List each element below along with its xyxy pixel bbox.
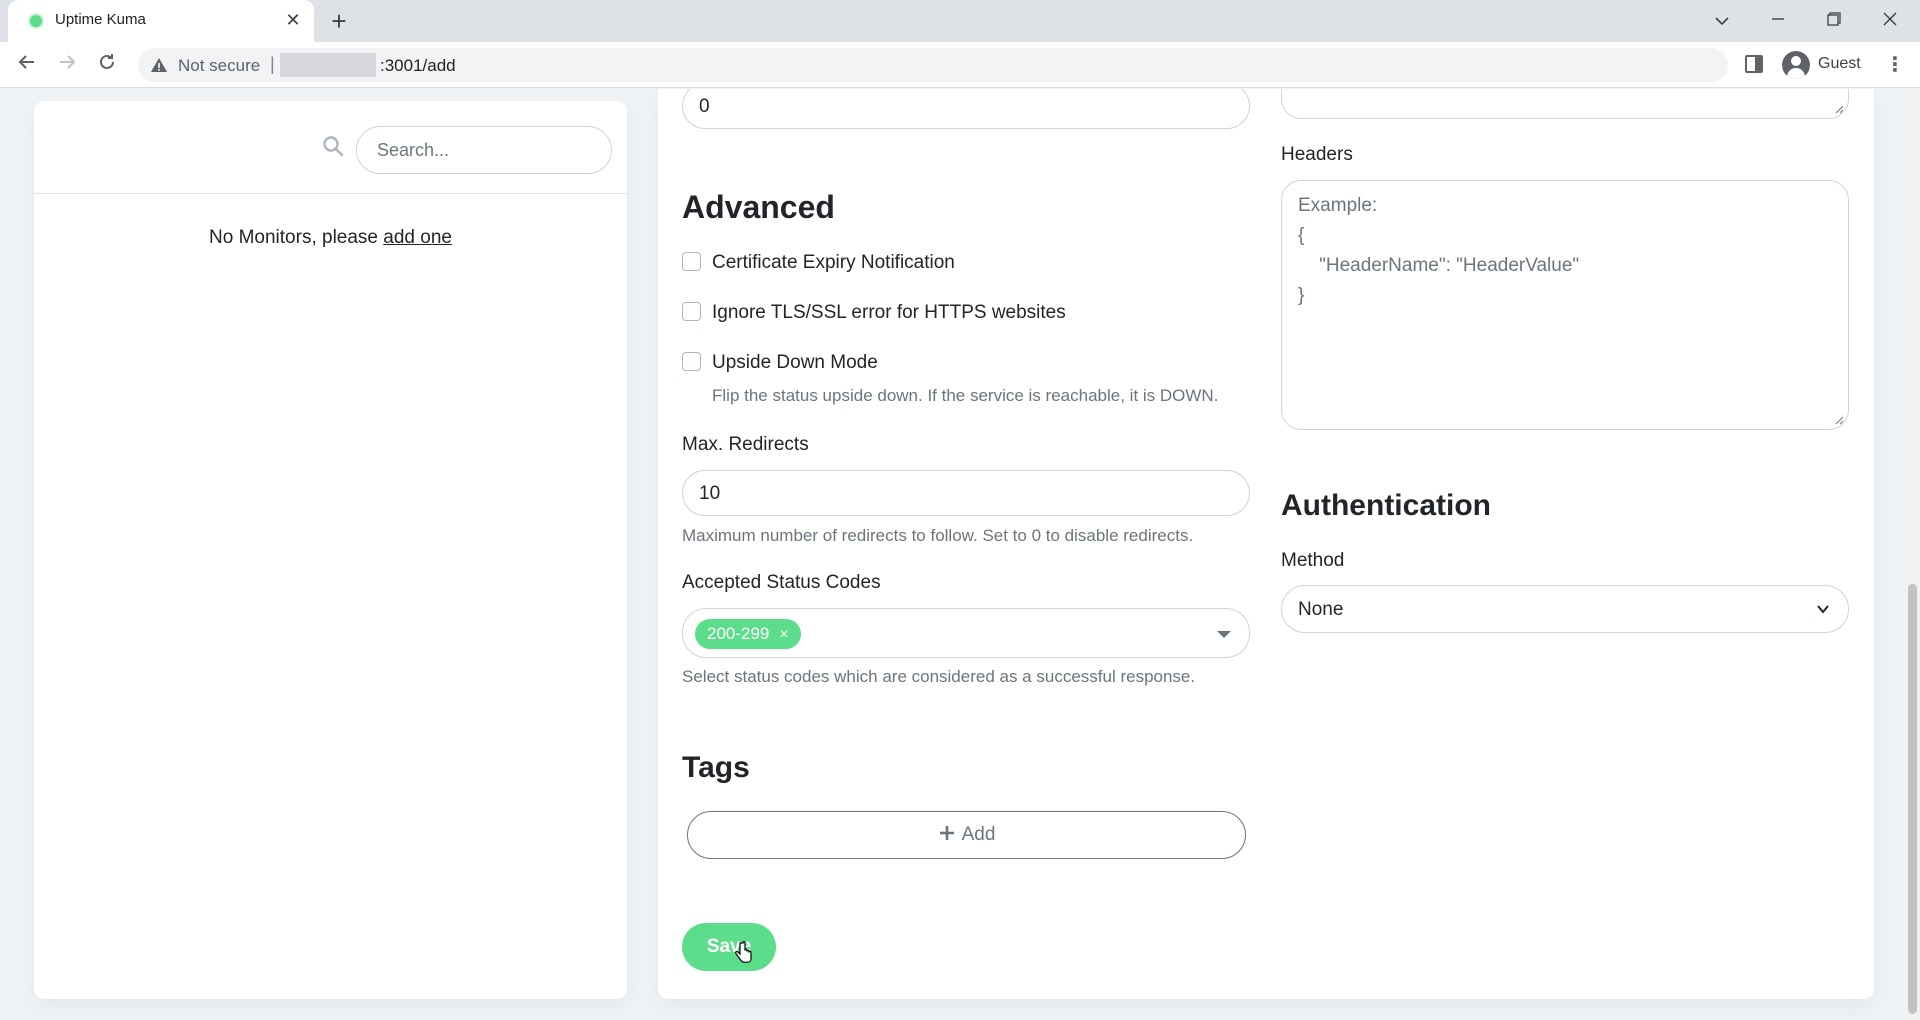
sidebar-header (34, 101, 627, 194)
warning-icon (151, 58, 167, 72)
resize-grip-icon[interactable] (1834, 104, 1844, 114)
accepted-status-codes-help: Select status codes which are considered… (682, 667, 1196, 686)
status-code-tag: 200-299 × (695, 619, 801, 649)
max-redirects-label: Max. Redirects (682, 434, 809, 455)
search-input[interactable] (356, 126, 612, 174)
page: No Monitors, please add one 0 Advanced C… (0, 89, 1920, 1020)
auth-method-value: None (1298, 599, 1344, 620)
resize-grip-icon[interactable] (1834, 415, 1844, 425)
headers-placeholder-line: Example: (1298, 195, 1378, 216)
profile-name: Guest (1818, 55, 1861, 72)
reload-icon[interactable] (92, 50, 122, 80)
address-bar[interactable]: Not secure | :3001/add (138, 48, 1728, 82)
ignore-tls-checkbox[interactable] (682, 302, 701, 321)
headers-label: Headers (1281, 144, 1353, 165)
back-icon[interactable] (12, 50, 42, 80)
upside-down-label[interactable]: Upside Down Mode (712, 352, 878, 374)
max-redirects-input[interactable]: 10 (682, 470, 1250, 516)
accepted-status-codes-select[interactable]: 200-299 × (682, 608, 1250, 658)
tab-search-icon[interactable] (1694, 0, 1750, 40)
certificate-expiry-label[interactable]: Certificate Expiry Notification (712, 252, 955, 274)
browser-tab[interactable]: Uptime Kuma ✕ (8, 0, 314, 42)
tags-heading: Tags (682, 751, 750, 784)
side-panel-icon[interactable] (1745, 55, 1763, 73)
headers-placeholder-line: { (1298, 225, 1305, 246)
certificate-expiry-checkbox[interactable] (682, 252, 701, 271)
accepted-status-codes-label: Accepted Status Codes (682, 572, 881, 593)
auth-method-select[interactable]: None (1281, 585, 1849, 633)
advanced-heading: Advanced (682, 189, 835, 225)
browser-menu-icon[interactable]: ⋮ (1880, 50, 1910, 80)
new-tab-button[interactable]: + (324, 6, 354, 36)
upside-down-checkbox[interactable] (682, 352, 701, 371)
headers-textarea[interactable]: Example: { "HeaderName": "HeaderValue" } (1281, 180, 1849, 430)
headers-placeholder-line: "HeaderName": "HeaderValue" (1298, 255, 1580, 276)
monitor-sidebar: No Monitors, please add one (34, 101, 627, 999)
search-icon (323, 136, 344, 157)
close-window-icon[interactable] (1862, 0, 1918, 40)
empty-monitors-message: No Monitors, please add one (34, 227, 627, 249)
page-scrollbar[interactable] (1905, 89, 1920, 1020)
uptime-kuma-favicon-icon (30, 15, 42, 27)
chevron-down-icon (1817, 605, 1829, 614)
add-monitor-link[interactable]: add one (383, 227, 452, 248)
close-icon[interactable]: × (779, 626, 788, 643)
hand-cursor-icon (735, 941, 752, 963)
body-textarea[interactable] (1281, 89, 1849, 119)
browser-toolbar: Not secure | :3001/add Guest ⋮ (0, 42, 1920, 88)
ignore-tls-label[interactable]: Ignore TLS/SSL error for HTTPS websites (712, 302, 1066, 324)
status-code-tag-label: 200-299 (707, 624, 770, 643)
avatar-icon (1782, 51, 1810, 79)
redacted-host (280, 53, 376, 77)
empty-text: No Monitors, please (209, 227, 384, 248)
monitor-form: 0 Advanced Certificate Expiry Notificati… (658, 89, 1874, 999)
restore-icon[interactable] (1806, 0, 1862, 40)
tab-title: Uptime Kuma (55, 11, 146, 28)
scrollbar-thumb[interactable] (1908, 584, 1917, 1014)
authentication-heading: Authentication (1281, 489, 1491, 522)
max-redirects-help: Maximum number of redirects to follow. S… (682, 526, 1194, 545)
tab-close-icon[interactable]: ✕ (282, 9, 304, 31)
minimize-icon[interactable] (1750, 0, 1806, 40)
add-tag-label: Add (961, 824, 996, 845)
url-text: :3001/add (380, 56, 456, 75)
retry-interval-input[interactable]: 0 (682, 89, 1250, 129)
save-button[interactable]: Save (682, 923, 776, 971)
auth-method-label: Method (1281, 550, 1345, 571)
security-status[interactable]: Not secure (178, 56, 260, 76)
add-tag-button[interactable]: Add (687, 811, 1246, 859)
browser-tabstrip: Uptime Kuma ✕ + (0, 0, 1920, 42)
plus-icon (939, 826, 954, 840)
forward-icon[interactable] (52, 50, 82, 80)
chevron-down-icon[interactable] (1217, 631, 1231, 638)
headers-placeholder-line: } (1298, 285, 1305, 306)
upside-down-help: Flip the status upside down. If the serv… (712, 386, 1219, 405)
omnibox-separator: | (270, 54, 275, 74)
